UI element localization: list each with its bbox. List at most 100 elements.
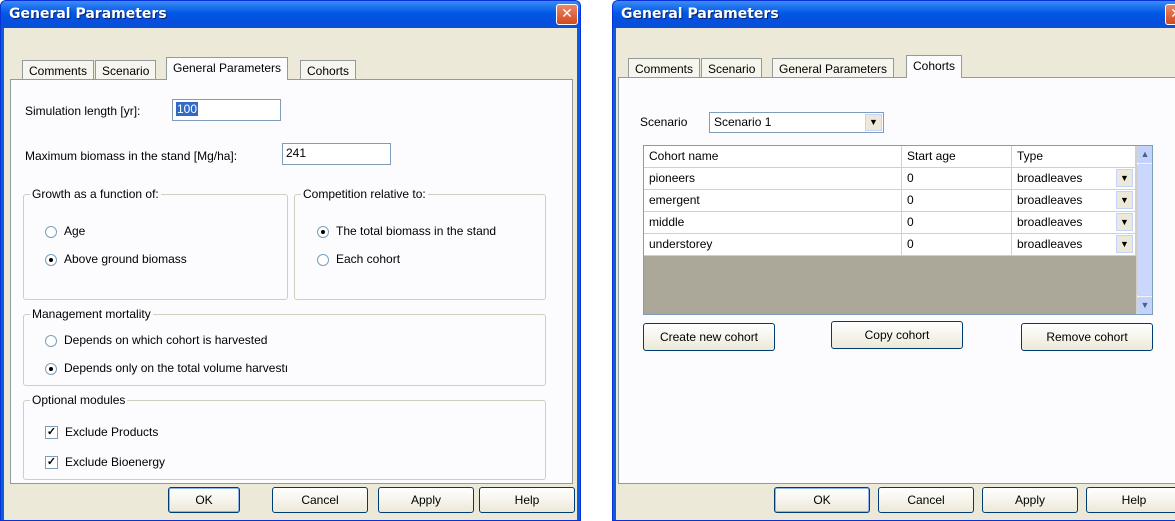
title-bar[interactable]: General Parameters ✕ [613, 1, 1175, 28]
column-header-type[interactable]: Type [1012, 146, 1136, 168]
table-row[interactable]: pioneers 0 broadleaves ▼ [644, 168, 1136, 190]
simulation-length-label: Simulation length [yr]: [25, 104, 141, 118]
tab-cohorts[interactable]: Cohorts [906, 55, 963, 78]
scenario-label: Scenario [640, 115, 688, 129]
table-header: Cohort name Start age Type [644, 146, 1136, 168]
chevron-down-icon[interactable]: ▼ [865, 114, 882, 131]
chevron-down-icon[interactable]: ▼ [1116, 191, 1133, 209]
cell-type-value: broadleaves [1017, 215, 1083, 229]
optional-modules-group: Optional modules ✓ Exclude Products ✓ Ex… [23, 393, 546, 480]
radio-age[interactable] [45, 226, 57, 238]
scroll-down-icon[interactable]: ▼ [1137, 297, 1152, 314]
cell-cohort-name[interactable]: emergent [644, 190, 902, 212]
scenario-select[interactable]: Scenario 1 ▼ [709, 112, 884, 133]
help-button[interactable]: Help [1086, 487, 1175, 513]
cancel-button[interactable]: Cancel [878, 487, 974, 513]
radio-above-ground-biomass[interactable] [45, 254, 57, 266]
cell-cohort-name[interactable]: understorey [644, 234, 902, 256]
radio-depends-on-cohort-label[interactable]: Depends on which cohort is harvested [64, 333, 267, 347]
window-title: General Parameters [621, 6, 779, 22]
cell-start-age[interactable]: 0 [902, 234, 1012, 256]
cell-type[interactable]: broadleaves ▼ [1012, 234, 1136, 256]
apply-button[interactable]: Apply [982, 487, 1078, 513]
tab-cohorts[interactable]: Cohorts [300, 60, 357, 80]
title-bar[interactable]: General Parameters ✕ [1, 1, 580, 28]
cohort-table: Cohort name Start age Type pioneers 0 br… [643, 145, 1153, 315]
radio-above-ground-biomass-label[interactable]: Above ground biomass [64, 252, 187, 266]
management-mortality-title: Management mortality [30, 307, 153, 321]
simulation-length-input[interactable]: 100 [172, 99, 281, 121]
cell-start-age[interactable]: 0 [902, 190, 1012, 212]
chevron-down-icon[interactable]: ▼ [1116, 169, 1133, 187]
tab-comments[interactable]: Comments [22, 60, 95, 80]
table-row[interactable]: emergent 0 broadleaves ▼ [644, 190, 1136, 212]
cell-type[interactable]: broadleaves ▼ [1012, 168, 1136, 190]
cell-type-value: broadleaves [1017, 237, 1083, 251]
optional-modules-title: Optional modules [30, 393, 128, 407]
competition-group: Competition relative to: The total bioma… [294, 187, 546, 300]
radio-each-cohort[interactable] [317, 254, 329, 266]
tab-comments[interactable]: Comments [628, 58, 701, 78]
close-icon: ✕ [1170, 6, 1175, 22]
tab-panel-general: Simulation length [yr]: 100 Maximum biom… [10, 79, 573, 484]
create-new-cohort-button[interactable]: Create new cohort [643, 323, 775, 351]
tab-panel-cohorts: Scenario Scenario 1 ▼ Cohort name Start … [618, 77, 1175, 484]
window-title: General Parameters [9, 6, 167, 22]
cell-type[interactable]: broadleaves ▼ [1012, 190, 1136, 212]
close-button[interactable]: ✕ [1165, 4, 1175, 25]
radio-age-label[interactable]: Age [64, 224, 85, 238]
exclude-bioenergy-label[interactable]: Exclude Bioenergy [65, 455, 165, 469]
checkbox-exclude-products[interactable]: ✓ [45, 426, 58, 439]
general-parameters-dialog-left: General Parameters ✕ Comments Scenario G… [0, 0, 581, 521]
chevron-down-icon[interactable]: ▼ [1116, 213, 1133, 231]
scroll-thumb[interactable] [1137, 164, 1152, 296]
help-button[interactable]: Help [479, 487, 575, 513]
ok-button[interactable]: OK [168, 487, 240, 513]
radio-total-biomass[interactable] [317, 226, 329, 238]
cell-cohort-name[interactable]: middle [644, 212, 902, 234]
tab-general-parameters[interactable]: General Parameters [772, 58, 895, 78]
cell-type-value: broadleaves [1017, 193, 1083, 207]
growth-group: Growth as a function of: Age Above groun… [23, 187, 288, 300]
checkmark-icon: ✓ [46, 426, 57, 438]
close-icon: ✕ [561, 6, 573, 22]
scenario-select-value: Scenario 1 [714, 115, 772, 129]
competition-group-title: Competition relative to: [301, 187, 428, 201]
cell-type-value: broadleaves [1017, 171, 1083, 185]
table-row[interactable]: understorey 0 broadleaves ▼ [644, 234, 1136, 256]
close-button[interactable]: ✕ [556, 4, 578, 25]
cell-start-age[interactable]: 0 [902, 212, 1012, 234]
growth-group-title: Growth as a function of: [30, 187, 161, 201]
ok-button[interactable]: OK [774, 487, 870, 513]
tab-scenario[interactable]: Scenario [701, 58, 763, 78]
radio-each-cohort-label[interactable]: Each cohort [336, 252, 400, 266]
dialog-client: Comments Scenario General Parameters Coh… [616, 28, 1175, 520]
dialog-client: Comments Scenario General Parameters Coh… [4, 28, 577, 520]
checkmark-icon: ✓ [46, 456, 57, 468]
checkbox-exclude-bioenergy[interactable]: ✓ [45, 456, 58, 469]
column-header-start-age[interactable]: Start age [902, 146, 1012, 168]
cell-start-age[interactable]: 0 [902, 168, 1012, 190]
max-biomass-label: Maximum biomass in the stand [Mg/ha]: [25, 149, 238, 163]
cell-type[interactable]: broadleaves ▼ [1012, 212, 1136, 234]
chevron-down-icon[interactable]: ▼ [1116, 235, 1133, 253]
radio-total-biomass-label[interactable]: The total biomass in the stand [336, 224, 496, 238]
management-mortality-group: Management mortality Depends on which co… [23, 307, 546, 386]
tab-scenario[interactable]: Scenario [95, 60, 157, 80]
column-header-cohort-name[interactable]: Cohort name [644, 146, 902, 168]
scroll-up-icon[interactable]: ▲ [1137, 146, 1152, 163]
cancel-button[interactable]: Cancel [272, 487, 368, 513]
table-scrollbar[interactable]: ▲ ▼ [1136, 146, 1152, 314]
radio-depends-on-cohort[interactable] [45, 335, 57, 347]
cell-cohort-name[interactable]: pioneers [644, 168, 902, 190]
remove-cohort-button[interactable]: Remove cohort [1021, 323, 1153, 351]
table-row[interactable]: middle 0 broadleaves ▼ [644, 212, 1136, 234]
radio-depends-on-volume[interactable] [45, 363, 57, 375]
tab-general-parameters[interactable]: General Parameters [166, 57, 289, 80]
radio-depends-on-volume-label[interactable]: Depends only on the total volume harvest… [64, 361, 288, 375]
exclude-products-label[interactable]: Exclude Products [65, 425, 158, 439]
copy-cohort-button[interactable]: Copy cohort [831, 321, 963, 349]
general-parameters-dialog-right: General Parameters ✕ Comments Scenario G… [612, 0, 1175, 521]
apply-button[interactable]: Apply [378, 487, 474, 513]
max-biomass-input[interactable]: 241 [282, 143, 391, 165]
